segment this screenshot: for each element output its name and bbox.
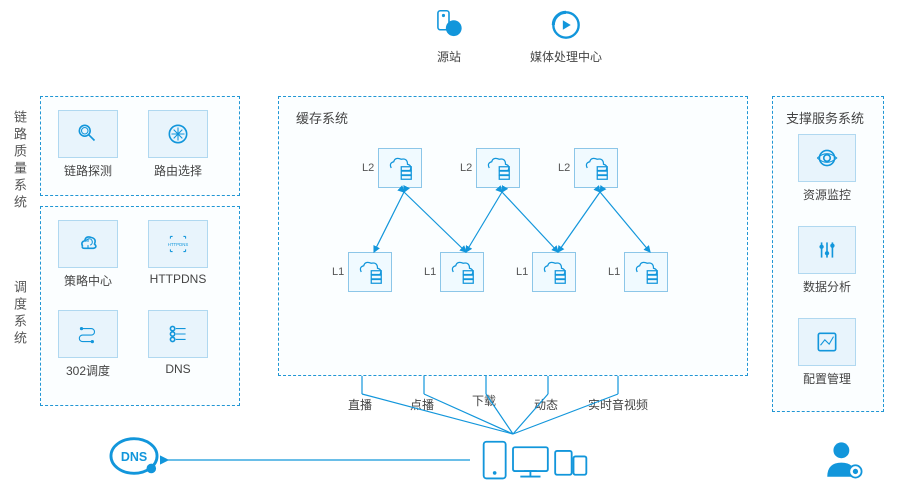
media-center-icon: 媒体处理中心 xyxy=(530,6,602,65)
devices-icon xyxy=(480,438,590,487)
admin-icon xyxy=(822,438,866,485)
quality-section-title: 链路质量系统 xyxy=(10,110,29,212)
dns-arrow xyxy=(160,450,480,470)
analysis-cell xyxy=(798,226,856,274)
httpdns-label: HTTPDNS xyxy=(148,272,208,286)
media-label: 媒体处理中心 xyxy=(530,48,602,65)
analysis-label: 数据分析 xyxy=(798,278,856,295)
config-label: 配置管理 xyxy=(798,370,856,387)
route-cell xyxy=(148,110,208,158)
sched-section-title: 调度系统 xyxy=(10,280,29,348)
policy-label: 策略中心 xyxy=(58,272,118,289)
config-cell xyxy=(798,318,856,366)
probe-label: 链路探测 xyxy=(58,162,118,179)
httpdns-cell: HTTPDNS xyxy=(148,220,208,268)
policy-cell xyxy=(58,220,118,268)
origin-icon: 源站 xyxy=(430,6,468,65)
monitor-cell xyxy=(798,134,856,182)
support-title: 支撑服务系统 xyxy=(786,108,864,127)
route-label: 路由选择 xyxy=(148,162,208,179)
dns-label: DNS xyxy=(148,362,208,376)
dns-text: DNS xyxy=(121,450,147,464)
r302-label: 302调度 xyxy=(58,362,118,379)
monitor-label: 资源监控 xyxy=(798,186,856,203)
r302-cell xyxy=(58,310,118,358)
mesh-lines xyxy=(278,96,748,376)
dns-cell xyxy=(148,310,208,358)
probe-cell xyxy=(58,110,118,158)
origin-label: 源站 xyxy=(437,48,461,65)
dns-node-icon: DNS xyxy=(105,432,163,483)
svg-text:HTTPDNS: HTTPDNS xyxy=(168,242,189,247)
